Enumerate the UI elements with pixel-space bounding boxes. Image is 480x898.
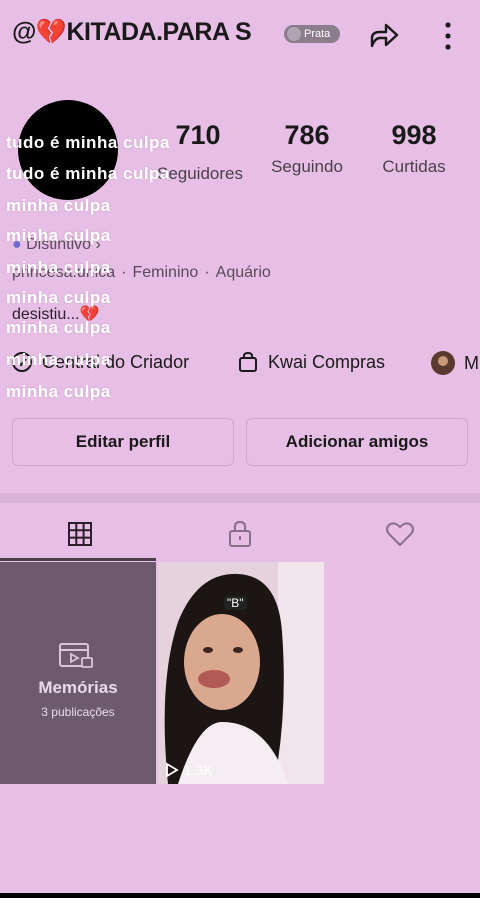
- share-button[interactable]: [366, 18, 402, 54]
- stat-following[interactable]: 786 Seguindo: [262, 120, 352, 177]
- following-count: 786: [284, 120, 330, 150]
- more-button[interactable]: [436, 18, 460, 54]
- memories-card[interactable]: Memórias 3 publicações: [0, 562, 156, 784]
- memories-count: 3 publicações: [41, 705, 115, 719]
- followers-count: 710: [175, 120, 221, 150]
- likes-label: Curtidas: [382, 157, 446, 176]
- third-link[interactable]: M: [430, 350, 479, 376]
- overlay-text: tudo é minha culpa: [6, 164, 170, 183]
- active-tab-indicator: [0, 558, 156, 561]
- overlay-text: tudo é minha culpa: [6, 133, 170, 152]
- overlay-text: minha culpa: [6, 196, 111, 215]
- overlay-text: minha culpa: [6, 350, 111, 369]
- kwai-shop-link[interactable]: Kwai Compras: [236, 350, 385, 374]
- overlay-text: minha culpa: [6, 318, 111, 337]
- memories-icon: [59, 643, 93, 668]
- following-label: Seguindo: [271, 157, 343, 176]
- video-sticker: "B": [224, 596, 247, 610]
- share-arrow-icon: [370, 23, 399, 48]
- tab-likes[interactable]: [320, 506, 480, 562]
- prata-badge[interactable]: Prata: [284, 25, 340, 43]
- grid-icon: [68, 522, 92, 546]
- add-friends-button[interactable]: Adicionar amigos: [246, 418, 468, 466]
- tab-private[interactable]: [160, 506, 320, 562]
- memories-title: Memórias: [38, 678, 118, 697]
- video-thumbnail[interactable]: "B" 1,3K: [158, 562, 324, 784]
- overlay-text: minha culpa: [6, 288, 111, 307]
- sign-label: Aquário: [215, 264, 271, 281]
- content-tabs: [0, 506, 480, 562]
- profile-username: @💔KITADA.PARA S: [12, 18, 252, 46]
- play-icon: [166, 762, 179, 778]
- heart-icon: [386, 522, 414, 547]
- stat-followers[interactable]: 710: [172, 120, 224, 151]
- stat-likes[interactable]: 998 Curtidas: [372, 120, 456, 177]
- avatar-small-icon: [431, 351, 455, 375]
- badge-icon: [287, 27, 301, 41]
- more-vertical-icon: [445, 22, 451, 50]
- lock-icon: [229, 520, 251, 547]
- likes-count: 998: [391, 120, 437, 150]
- overlay-text: minha culpa: [6, 382, 111, 401]
- top-bar: @💔KITADA.PARA S Prata: [0, 0, 480, 70]
- overlay-text: minha culpa: [6, 258, 111, 277]
- gender-label: Feminino: [132, 264, 199, 281]
- video-views: 1,3K: [164, 762, 213, 778]
- edit-profile-button[interactable]: Editar perfil: [12, 418, 234, 466]
- bottom-edge: [0, 893, 480, 898]
- overlay-text: minha culpa: [6, 226, 111, 245]
- shopping-bag-icon: [239, 351, 257, 372]
- tab-posts[interactable]: [0, 506, 160, 562]
- section-divider: [0, 493, 480, 503]
